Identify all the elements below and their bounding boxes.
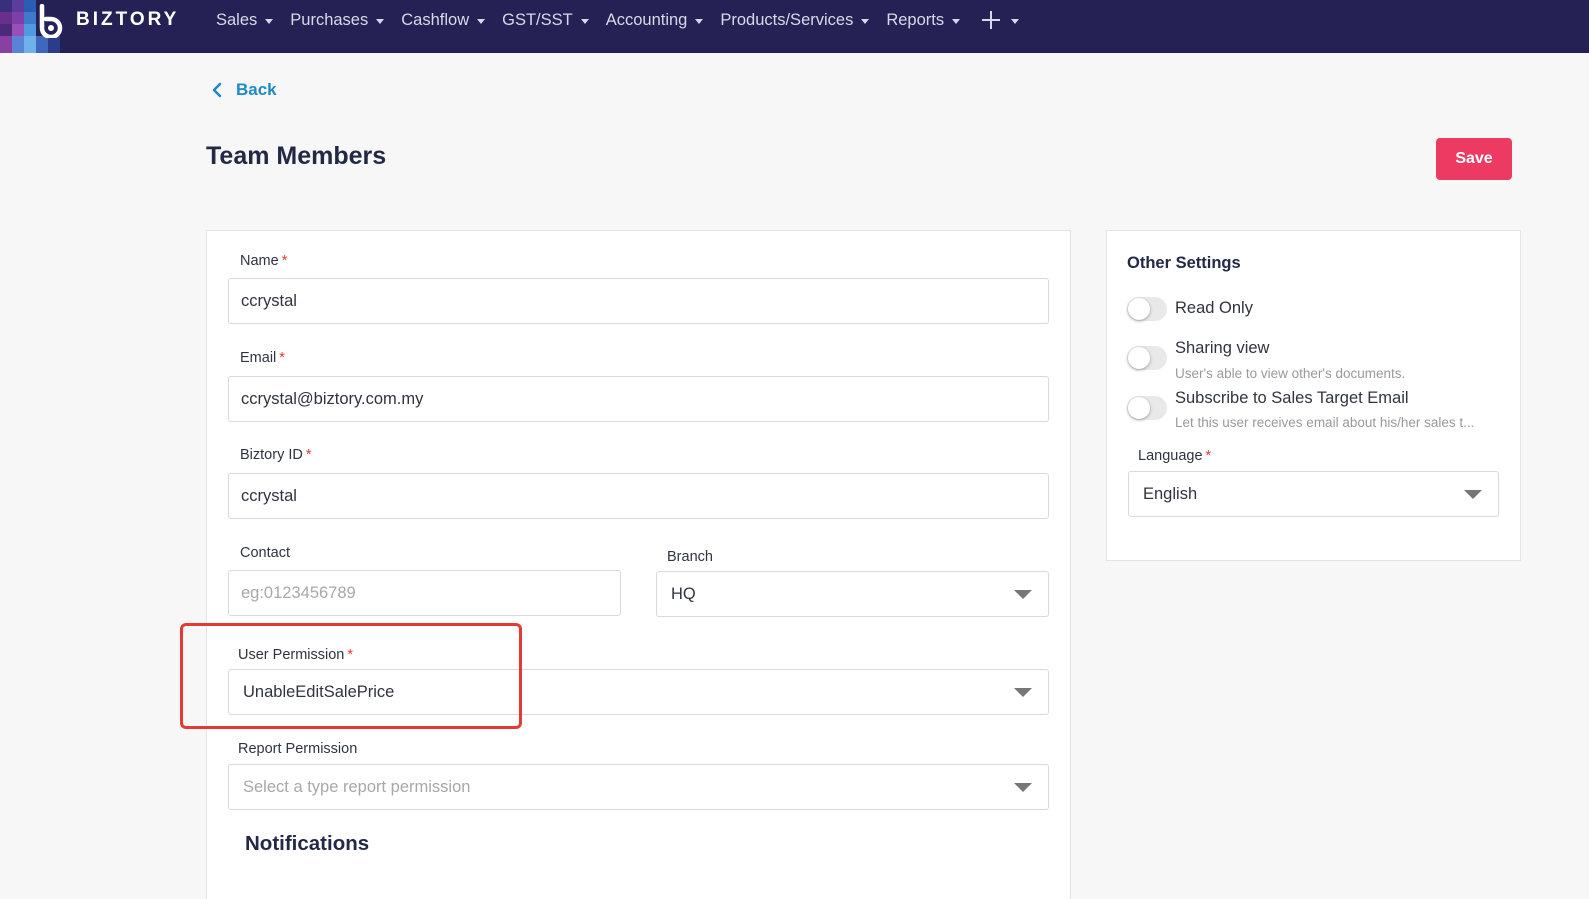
caret-down-icon — [477, 18, 486, 24]
required-marker: * — [281, 253, 288, 269]
dropdown-arrow-icon — [1464, 490, 1482, 499]
nav-quick-add[interactable] — [981, 10, 1020, 30]
caret-down-icon — [695, 18, 704, 24]
toggle-knob — [1128, 347, 1150, 369]
caret-down-icon — [376, 18, 385, 24]
nav-label: Cashflow — [401, 10, 470, 29]
page-title: Team Members — [206, 142, 387, 170]
user-permission-select[interactable]: UnableEditSalePrice — [228, 669, 1049, 715]
required-marker: * — [1205, 448, 1212, 464]
label-text: Email — [240, 350, 277, 366]
label-text: Language — [1138, 448, 1203, 464]
nav-sales[interactable]: Sales — [216, 10, 274, 30]
main-menu: Sales Purchases Cashflow GST/SST Account… — [216, 0, 1020, 40]
caret-down-icon — [952, 18, 961, 24]
nav-accounting[interactable]: Accounting — [606, 11, 704, 30]
nav-label: Products/Services — [720, 10, 854, 29]
caret-down-icon — [580, 18, 589, 24]
label-text: Name — [240, 253, 279, 269]
top-navbar: BIZTORY Sales Purchases Cashflow GST/SST… — [0, 0, 1589, 53]
toggle-knob — [1128, 397, 1150, 419]
plus-icon — [982, 11, 1001, 29]
sharing-view-description: User's able to view other's documents. — [1175, 366, 1406, 381]
contact-field[interactable]: eg:0123456789 — [228, 570, 621, 616]
caret-down-icon — [1011, 18, 1020, 24]
nav-label: Sales — [216, 10, 258, 29]
report-permission-placeholder: Select a type report permission — [243, 777, 471, 796]
dropdown-arrow-icon — [1014, 590, 1032, 599]
save-button[interactable]: Save — [1436, 138, 1512, 180]
nav-label: Purchases — [290, 10, 369, 29]
read-only-label: Read Only — [1175, 299, 1253, 317]
read-only-toggle[interactable] — [1127, 297, 1167, 321]
toggle-knob — [1128, 298, 1150, 320]
contact-label: Contact — [240, 545, 290, 561]
sales-target-email-toggle[interactable] — [1127, 396, 1167, 420]
branch-label: Branch — [667, 549, 713, 565]
nav-gst-sst[interactable]: GST/SST — [502, 11, 589, 30]
sharing-view-toggle[interactable] — [1127, 346, 1167, 370]
other-settings-title: Other Settings — [1127, 254, 1241, 272]
biztory-id-field[interactable]: ccrystal — [228, 473, 1049, 519]
back-label: Back — [236, 80, 277, 99]
branch-value: HQ — [671, 584, 696, 603]
language-label: Language * — [1138, 448, 1211, 464]
nav-label: GST/SST — [502, 10, 573, 29]
email-field[interactable]: ccrystal@biztory.com.my — [228, 376, 1049, 422]
email-label: Email * — [240, 350, 285, 366]
nav-purchases[interactable]: Purchases — [290, 10, 385, 30]
user-permission-label: User Permission * — [238, 647, 353, 663]
nav-label: Accounting — [605, 10, 688, 29]
language-select[interactable]: English — [1128, 471, 1499, 517]
nav-reports[interactable]: Reports — [886, 10, 961, 30]
caret-down-icon — [861, 18, 870, 24]
name-label: Name * — [240, 253, 287, 269]
nav-cashflow[interactable]: Cashflow — [401, 10, 486, 30]
label-text: Biztory ID — [240, 447, 303, 463]
name-field[interactable]: ccrystal — [228, 278, 1049, 324]
sharing-view-label: Sharing view — [1175, 339, 1270, 357]
chevron-left-icon — [212, 82, 222, 98]
required-marker: * — [347, 647, 354, 663]
label-text: User Permission — [238, 647, 345, 663]
caret-down-icon — [265, 18, 274, 24]
nav-products-services[interactable]: Products/Services — [720, 10, 870, 30]
user-permission-value: UnableEditSalePrice — [243, 682, 395, 701]
required-marker: * — [279, 350, 285, 366]
biztory-id-label: Biztory ID * — [240, 447, 312, 463]
brand-name[interactable]: BIZTORY — [76, 9, 179, 31]
dropdown-arrow-icon — [1014, 783, 1032, 792]
report-permission-label: Report Permission — [238, 741, 358, 757]
sales-target-email-description: Let this user receives email about his/h… — [1175, 415, 1475, 430]
back-link[interactable]: Back — [212, 80, 277, 100]
language-value: English — [1143, 484, 1198, 503]
branch-select[interactable]: HQ — [656, 571, 1049, 617]
notifications-heading: Notifications — [245, 832, 370, 855]
nav-label: Reports — [886, 10, 945, 29]
required-marker: * — [305, 447, 312, 463]
report-permission-select[interactable]: Select a type report permission — [228, 764, 1049, 810]
sales-target-email-label: Subscribe to Sales Target Email — [1175, 389, 1409, 407]
dropdown-arrow-icon — [1014, 688, 1032, 697]
biztory-logo-icon[interactable] — [36, 4, 68, 38]
